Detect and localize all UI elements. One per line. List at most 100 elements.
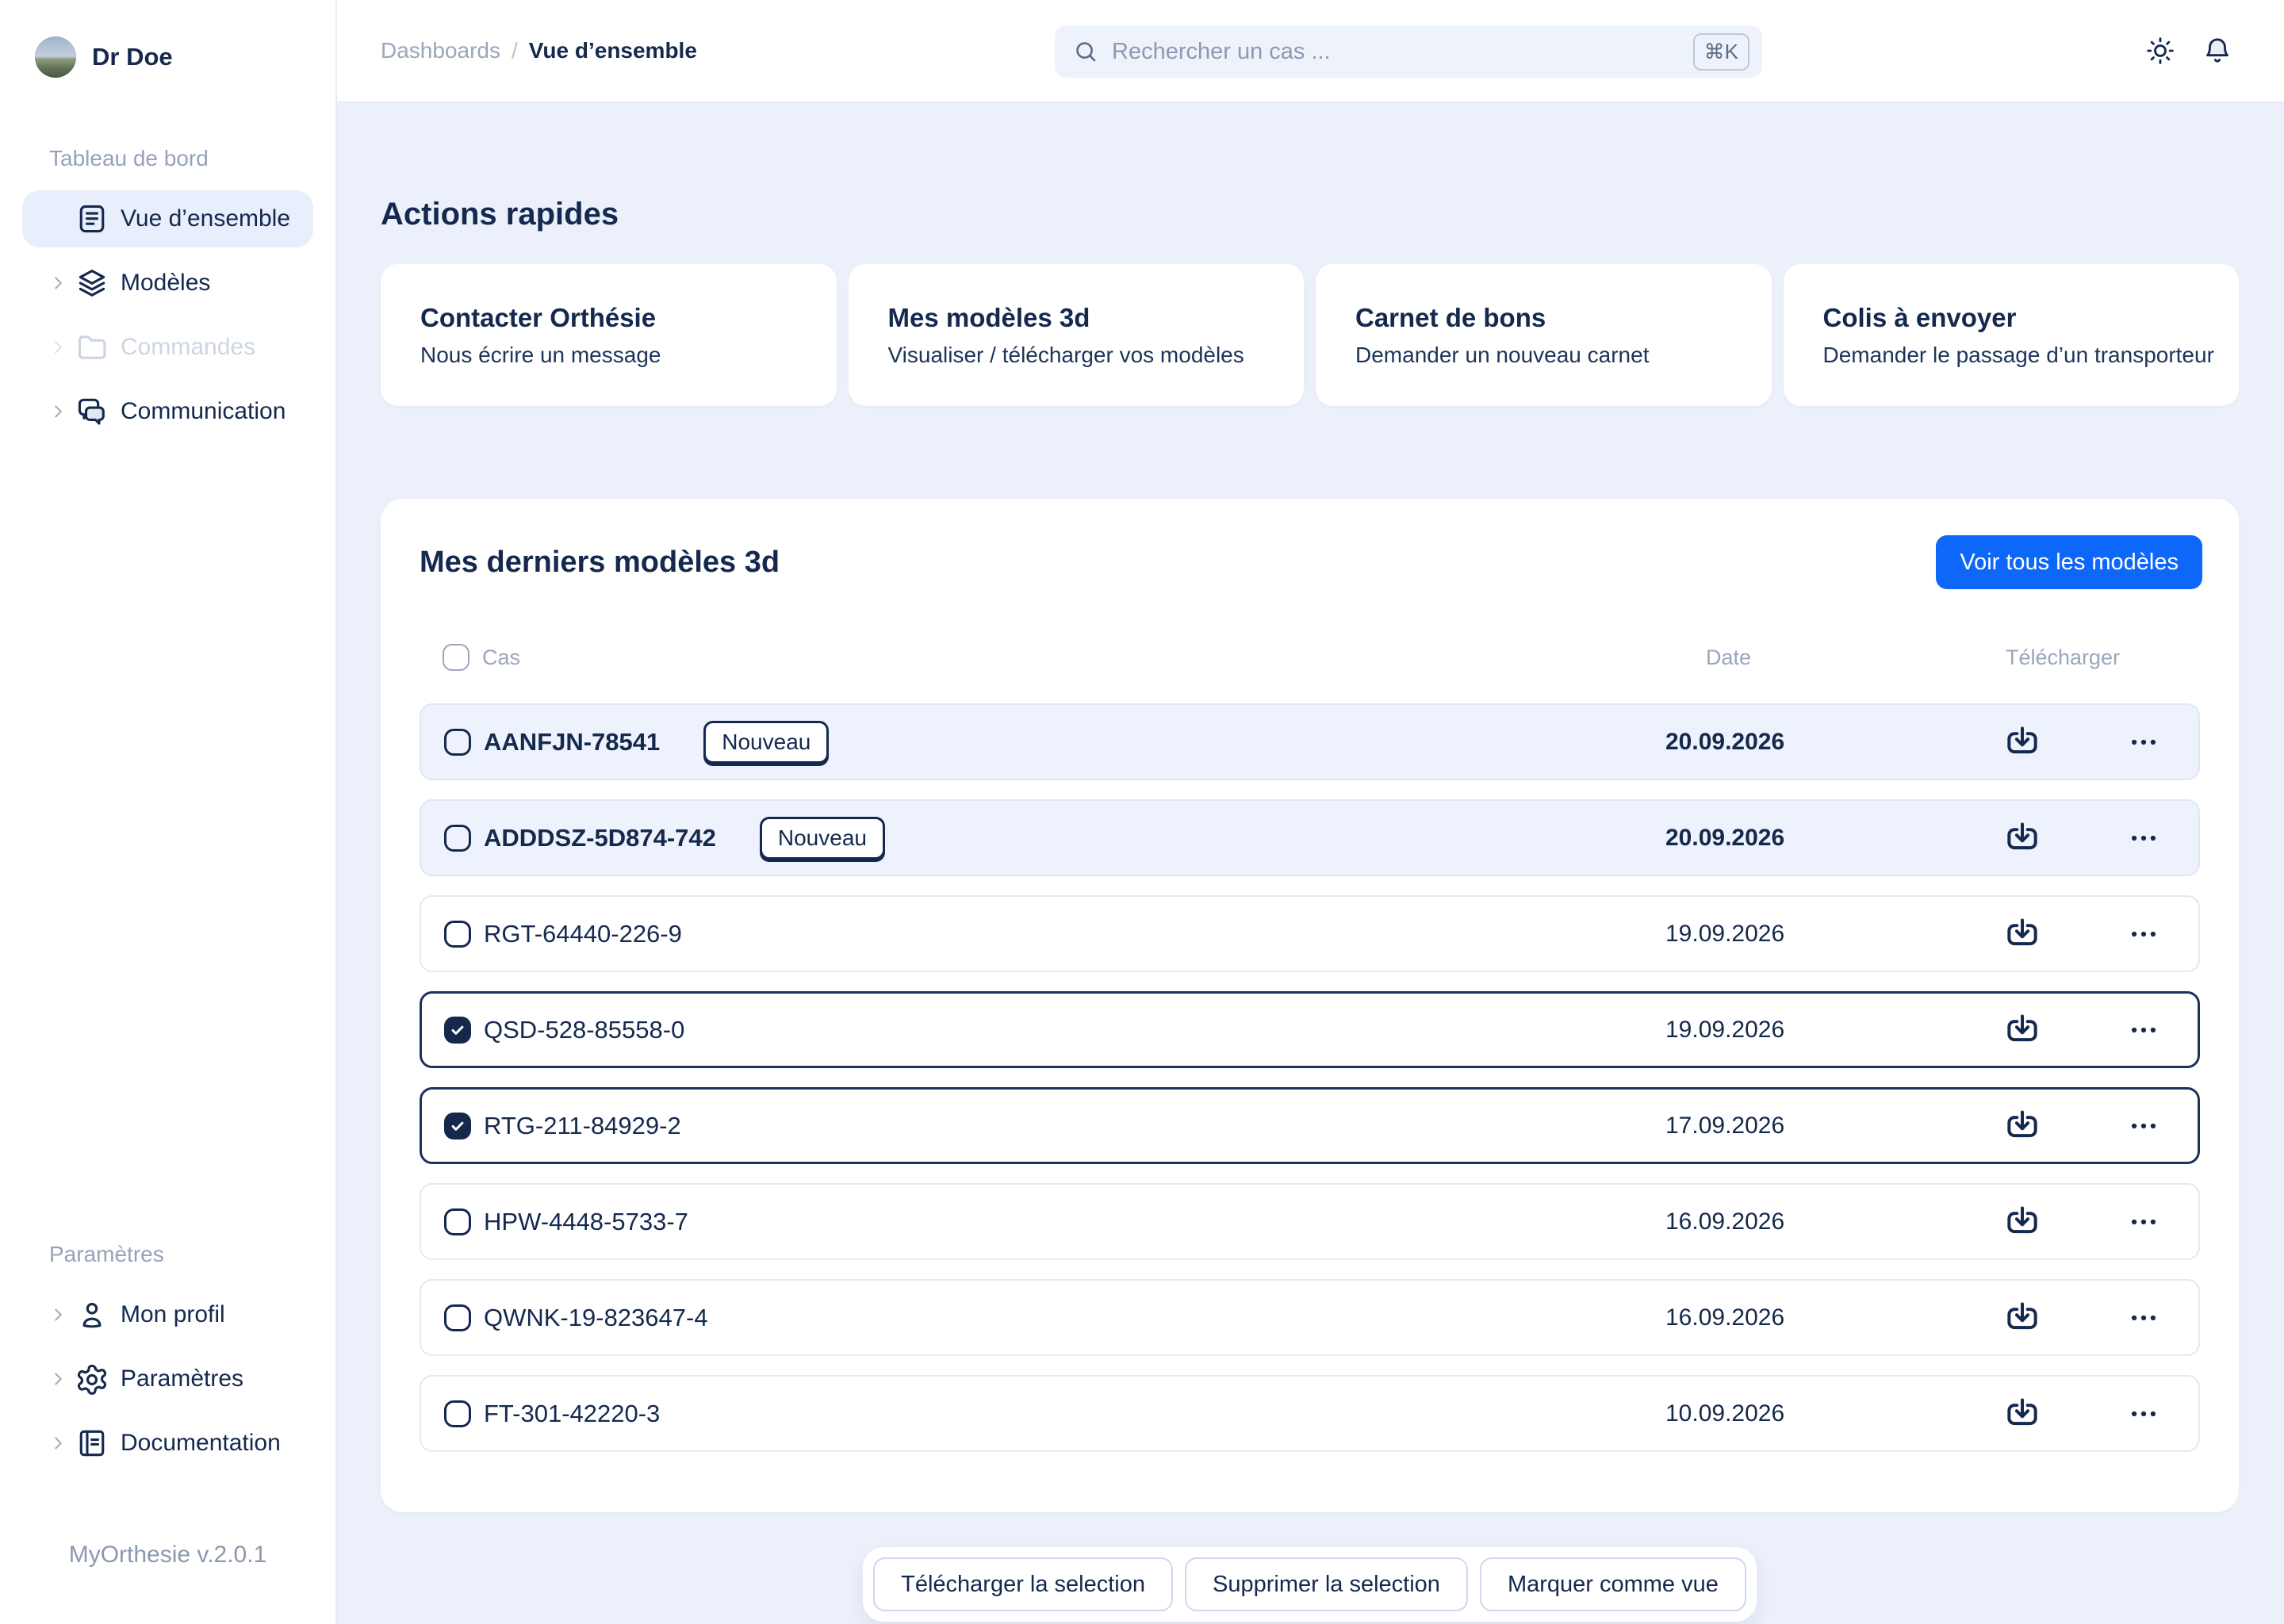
row-date: 19.09.2026 — [1665, 1017, 1943, 1044]
sidebar-item-label: Communication — [121, 398, 286, 425]
sidebar-item-vue-densemble[interactable]: Vue d’ensemble — [22, 190, 313, 247]
selection-actions-bar: Télécharger la selection Supprimer la se… — [863, 1547, 1757, 1622]
sidebar-item-documentation[interactable]: Documentation — [22, 1415, 313, 1472]
delete-selection-button[interactable]: Supprimer la selection — [1185, 1557, 1468, 1611]
case-id: QWNK-19-823647-4 — [484, 1304, 708, 1332]
card-carnet-de-bons[interactable]: Carnet de bons Demander un nouveau carne… — [1316, 264, 1772, 406]
sidebar-bottom: Paramètres Mon profil — [22, 1242, 313, 1624]
card-colis-a-envoyer[interactable]: Colis à envoyer Demander le passage d’un… — [1784, 264, 2240, 406]
gear-icon — [75, 1362, 109, 1396]
mark-as-viewed-button[interactable]: Marquer comme vue — [1480, 1557, 1746, 1611]
topbar: Dashboards / Vue d’ensemble ⌘K — [337, 0, 2284, 103]
row-date: 19.09.2026 — [1665, 921, 1943, 948]
panel-header: Mes derniers modèles 3d Voir tous les mo… — [381, 499, 2239, 589]
download-selection-button[interactable]: Télécharger la selection — [873, 1557, 1173, 1611]
table-row[interactable]: HPW-4448-5733-7 16.09.2026 — [420, 1183, 2200, 1260]
card-mes-modeles-3d[interactable]: Mes modèles 3d Visualiser / télécharger … — [849, 264, 1305, 406]
download-icon — [2002, 1298, 2042, 1338]
sidebar-item-commandes: Commandes — [22, 319, 313, 376]
table-row[interactable]: RGT-64440-226-9 19.09.2026 — [420, 895, 2200, 972]
row-checkbox[interactable] — [444, 1208, 471, 1235]
ellipsis-icon — [2126, 821, 2161, 856]
search-box[interactable]: ⌘K — [1055, 25, 1762, 78]
row-checkbox[interactable] — [444, 921, 471, 948]
download-button[interactable] — [2002, 1298, 2042, 1338]
sidebar-section-dashboard: Tableau de bord — [49, 146, 313, 171]
table-row[interactable]: QSD-528-85558-0 19.09.2026 — [420, 991, 2200, 1068]
column-header-date: Date — [1706, 645, 1983, 670]
column-header-telecharger: Télécharger — [1983, 645, 2142, 670]
chevron-right-icon — [48, 1369, 68, 1389]
theme-toggle-button[interactable] — [2141, 32, 2179, 70]
row-checkbox[interactable] — [444, 729, 471, 756]
row-checkbox[interactable] — [444, 1304, 471, 1331]
row-menu-button[interactable] — [2126, 1109, 2161, 1143]
latest-models-panel: Mes derniers modèles 3d Voir tous les mo… — [381, 499, 2239, 1512]
card-contacter-orthesie[interactable]: Contacter Orthésie Nous écrire un messag… — [381, 264, 837, 406]
bell-icon — [2202, 35, 2233, 67]
sidebar-item-mon-profil[interactable]: Mon profil — [22, 1286, 313, 1343]
table-rows: AANFJN-78541 Nouveau 20.09.2026 ADDDSZ-5… — [381, 703, 2239, 1452]
sidebar-item-label: Documentation — [121, 1430, 281, 1457]
topbar-icons — [2141, 32, 2236, 70]
column-header-cas: Cas — [482, 645, 1706, 670]
row-menu-button[interactable] — [2126, 1300, 2161, 1335]
quick-actions-title: Actions rapides — [381, 197, 2239, 232]
ellipsis-icon — [2126, 1013, 2161, 1048]
row-date: 16.09.2026 — [1665, 1304, 1943, 1331]
sidebar: Dr Doe Tableau de bord Vue d’ensemble Mo… — [0, 0, 337, 1624]
new-badge: Nouveau — [703, 721, 829, 764]
notifications-button[interactable] — [2198, 32, 2236, 70]
download-button[interactable] — [2002, 1106, 2042, 1146]
view-all-models-button[interactable]: Voir tous les modèles — [1936, 535, 2202, 589]
download-button[interactable] — [2002, 1010, 2042, 1050]
table-row[interactable]: AANFJN-78541 Nouveau 20.09.2026 — [420, 703, 2200, 780]
download-button[interactable] — [2002, 1394, 2042, 1434]
download-icon — [2002, 1394, 2042, 1434]
sidebar-item-label: Modèles — [121, 270, 210, 297]
row-menu-button[interactable] — [2126, 1013, 2161, 1048]
table-row[interactable]: FT-301-42220-3 10.09.2026 — [420, 1375, 2200, 1452]
panel-title: Mes derniers modèles 3d — [420, 546, 780, 580]
sun-icon — [2144, 35, 2176, 67]
download-button[interactable] — [2002, 1202, 2042, 1242]
sidebar-item-modeles[interactable]: Modèles — [22, 255, 313, 312]
download-button[interactable] — [2002, 914, 2042, 954]
row-checkbox[interactable] — [444, 825, 471, 852]
row-menu-button[interactable] — [2126, 1205, 2161, 1239]
sidebar-item-label: Vue d’ensemble — [121, 205, 290, 232]
ellipsis-icon — [2126, 1205, 2161, 1239]
row-date: 17.09.2026 — [1665, 1113, 1943, 1139]
table-row[interactable]: QWNK-19-823647-4 16.09.2026 — [420, 1279, 2200, 1356]
search-input[interactable] — [1112, 39, 1693, 65]
chevron-right-icon — [48, 337, 68, 358]
search-shortcut-kbd: ⌘K — [1693, 33, 1749, 71]
download-button[interactable] — [2002, 818, 2042, 858]
ellipsis-icon — [2126, 1109, 2161, 1143]
case-id: QSD-528-85558-0 — [484, 1016, 684, 1044]
row-menu-button[interactable] — [2126, 1396, 2161, 1431]
sidebar-item-communication[interactable]: Communication — [22, 383, 313, 440]
row-checkbox[interactable] — [444, 1400, 471, 1427]
table-row[interactable]: RTG-211-84929-2 17.09.2026 — [420, 1087, 2200, 1164]
user-profile[interactable]: Dr Doe — [22, 36, 313, 78]
table-row[interactable]: ADDDSZ-5D874-742 Nouveau 20.09.2026 — [420, 799, 2200, 876]
row-checkbox[interactable] — [444, 1113, 471, 1139]
row-checkbox[interactable] — [444, 1017, 471, 1044]
sidebar-item-parametres[interactable]: Paramètres — [22, 1350, 313, 1408]
row-menu-button[interactable] — [2126, 917, 2161, 952]
row-menu-button[interactable] — [2126, 725, 2161, 760]
download-button[interactable] — [2002, 722, 2042, 762]
main-column: Dashboards / Vue d’ensemble ⌘K Actions r… — [337, 0, 2284, 1624]
app-version: MyOrthesie v.2.0.1 — [22, 1542, 313, 1624]
breadcrumb-parent[interactable]: Dashboards — [381, 38, 500, 63]
download-icon — [2002, 818, 2042, 858]
select-all-checkbox[interactable] — [443, 644, 469, 671]
chevron-right-icon — [48, 401, 68, 422]
ellipsis-icon — [2126, 1300, 2161, 1335]
download-icon — [2002, 722, 2042, 762]
user-name: Dr Doe — [92, 43, 173, 71]
chat-bubbles-icon — [75, 394, 109, 429]
row-menu-button[interactable] — [2126, 821, 2161, 856]
ellipsis-icon — [2126, 917, 2161, 952]
